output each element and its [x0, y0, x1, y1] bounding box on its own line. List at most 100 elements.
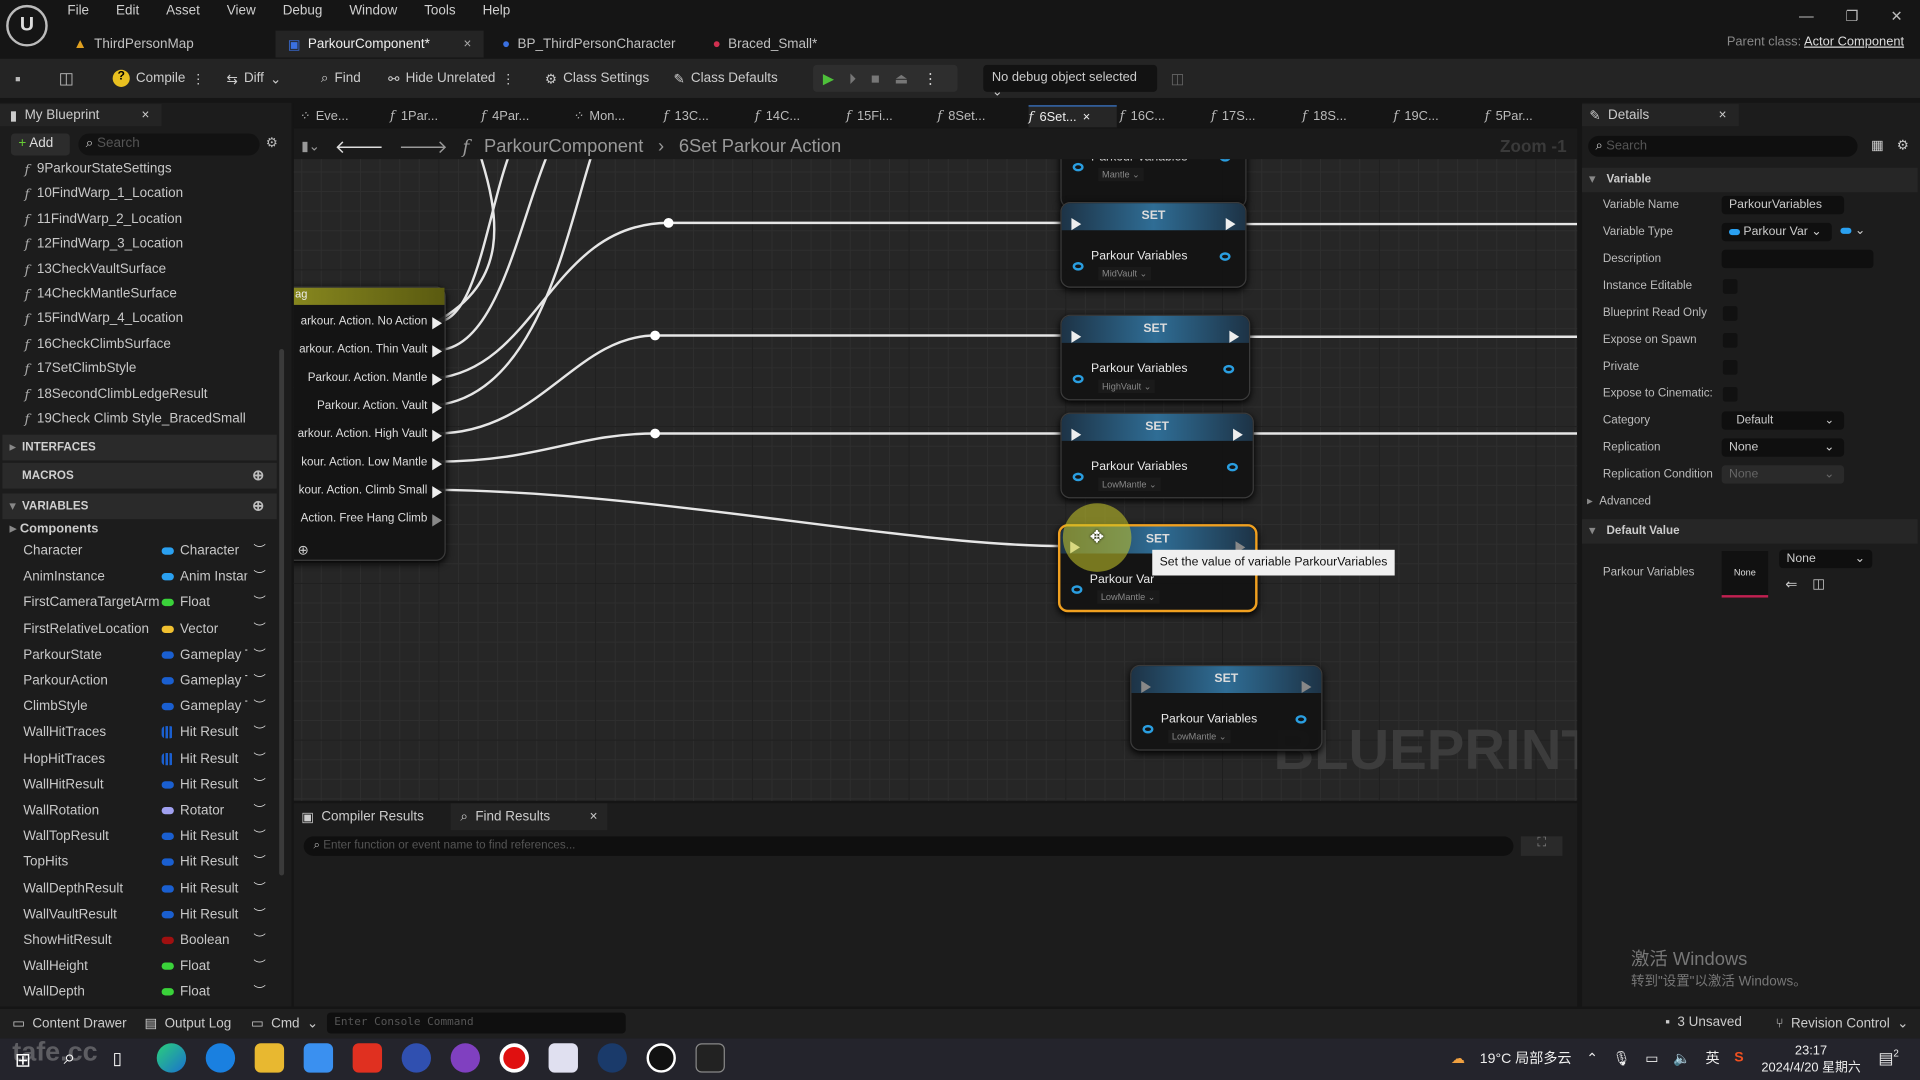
- hide-unrelated-button[interactable]: ⚯ Hide Unrelated ⋮: [388, 64, 515, 93]
- expose-to-cinematics-checkbox[interactable]: [1722, 386, 1738, 402]
- weather-icon[interactable]: ☁: [1451, 1049, 1465, 1067]
- graph-tab[interactable]: f 5Par...: [1485, 105, 1573, 127]
- unsaved-button[interactable]: ▪ 3 Unsaved: [1665, 1015, 1742, 1030]
- function-item[interactable]: f 18SecondClimbLedgeResult: [24, 386, 207, 402]
- input-pin-icon[interactable]: [1072, 162, 1084, 172]
- variable-item[interactable]: ParkourAction Gameplay Tag ︶: [0, 670, 277, 694]
- my-blueprint-tab[interactable]: ▮ My Blueprint ×: [0, 104, 162, 127]
- enum-dropdown[interactable]: MidVault ⌄: [1098, 266, 1152, 281]
- output-pin-icon[interactable]: [1223, 364, 1235, 374]
- browse-button[interactable]: ◫: [59, 64, 74, 93]
- function-item[interactable]: f 14CheckMantleSurface: [24, 287, 176, 303]
- tab-find-results[interactable]: ⌕ Find Results ×: [450, 803, 608, 831]
- graph-tab[interactable]: f 1Par...: [390, 105, 478, 127]
- back-arrow-icon[interactable]: 🡐: [335, 135, 384, 158]
- private-checkbox[interactable]: [1722, 360, 1738, 375]
- advanced-expander[interactable]: ▸ Advanced: [1587, 495, 1651, 508]
- menu-debug[interactable]: Debug: [283, 4, 323, 19]
- exec-pin-icon[interactable]: [432, 345, 443, 358]
- chevron-up-icon[interactable]: ⌃: [1586, 1049, 1598, 1067]
- my-blueprint-search[interactable]: ⌕ Search: [78, 133, 260, 156]
- find-button[interactable]: ⌕ Find: [321, 64, 361, 93]
- graph-tab[interactable]: f 14C...: [755, 105, 843, 127]
- eye-closed-icon[interactable]: ︶: [253, 800, 265, 817]
- compile-button[interactable]: ? Compile ⋮: [112, 64, 205, 93]
- app-icon[interactable]: [401, 1043, 432, 1073]
- graph-tab[interactable]: ⁘ Mon...: [572, 105, 660, 127]
- settings-icon[interactable]: ⚙: [1897, 137, 1909, 153]
- eye-closed-icon[interactable]: ︶: [253, 981, 265, 999]
- eye-closed-icon[interactable]: ︶: [253, 540, 265, 558]
- exec-out-pin-icon[interactable]: [1229, 330, 1240, 343]
- find-references-input[interactable]: ⌕ Enter function or event name to find r…: [303, 836, 1514, 856]
- browse-asset-icon[interactable]: ◫: [1812, 576, 1825, 592]
- input-pin-icon[interactable]: [1071, 585, 1083, 594]
- step-icon[interactable]: ⏵: [849, 69, 856, 87]
- variable-item[interactable]: WallRotation Rotator ︶: [0, 800, 277, 824]
- function-item[interactable]: f 15FindWarp_4_Location: [24, 311, 183, 327]
- container-type-select[interactable]: ⌄: [1840, 224, 1865, 238]
- class-defaults-button[interactable]: ✎ Class Defaults: [673, 64, 777, 93]
- content-drawer-button[interactable]: ▭ Content Drawer: [12, 1015, 126, 1031]
- notifications-icon[interactable]: ▤2: [1878, 1048, 1899, 1068]
- input-pin-icon[interactable]: [1072, 262, 1084, 271]
- menu-tools[interactable]: Tools: [424, 4, 455, 19]
- instance-editable-checkbox[interactable]: [1722, 279, 1738, 294]
- menu-help[interactable]: Help: [483, 4, 511, 19]
- exec-in-pin-icon[interactable]: [1071, 330, 1082, 343]
- ime-indicator[interactable]: 英: [1706, 1048, 1720, 1068]
- section-default-value[interactable]: ▾ Default Value: [1582, 519, 1918, 544]
- graph-tab[interactable]: ⁘ Eve...: [299, 105, 387, 127]
- graph-tab[interactable]: f 18S...: [1302, 105, 1390, 127]
- variable-item[interactable]: WallVaultResult Hit Result ︶: [0, 903, 277, 927]
- details-tab[interactable]: ✎ Details ×: [1582, 104, 1739, 127]
- restore-icon[interactable]: ❐: [1846, 7, 1859, 24]
- graph-tab[interactable]: f 16C...: [1120, 105, 1208, 127]
- menu-asset[interactable]: Asset: [166, 4, 200, 19]
- exec-in-pin-icon[interactable]: [1141, 680, 1152, 694]
- tab-compiler-results[interactable]: ▣ Compiler Results: [301, 807, 424, 827]
- default-value-select[interactable]: None ⌄: [1779, 549, 1873, 569]
- breadcrumb-root[interactable]: ParkourComponent: [484, 136, 643, 157]
- class-settings-button[interactable]: ⚙ Class Settings: [545, 64, 649, 93]
- function-item[interactable]: f 11FindWarp_2_Location: [24, 212, 182, 228]
- output-pin-icon[interactable]: [1295, 715, 1307, 724]
- exec-in-pin-icon[interactable]: [1071, 428, 1082, 441]
- variable-item[interactable]: TopHits Hit Result ︶: [0, 851, 277, 875]
- console-input[interactable]: Enter Console Command: [326, 1012, 626, 1034]
- variable-item[interactable]: Character Character ︶: [0, 540, 277, 564]
- close-tab-icon[interactable]: ×: [464, 37, 472, 52]
- wps-icon[interactable]: [352, 1043, 383, 1073]
- debug-browse-icon[interactable]: ◫: [1171, 70, 1185, 87]
- section-variables[interactable]: ▾ VARIABLES ⊕: [2, 493, 277, 520]
- more-icon[interactable]: ⋮: [923, 70, 938, 87]
- debug-object-select[interactable]: No debug object selected ⌄: [983, 64, 1158, 99]
- function-item[interactable]: f 19Check Climb Style_BracedSmall: [24, 411, 245, 427]
- variable-item[interactable]: WallHitTraces Hit Result ︶: [0, 722, 277, 746]
- eye-closed-icon[interactable]: ︶: [253, 644, 265, 662]
- unreal-taskbar-icon[interactable]: [646, 1043, 676, 1073]
- tab-parkourcomponent[interactable]: ▣ ParkourComponent* ×: [275, 30, 484, 58]
- cmd-select[interactable]: ▭ Cmd ⌄: [251, 1015, 318, 1031]
- save-button[interactable]: ▪: [15, 64, 21, 93]
- graph-tab[interactable]: f 6Set... ×: [1028, 105, 1117, 128]
- sogou-icon[interactable]: S: [1734, 1051, 1743, 1066]
- menu-edit[interactable]: Edit: [116, 4, 139, 19]
- diff-button[interactable]: ⇆ Diff ⌄: [227, 64, 282, 93]
- epic-games-icon[interactable]: [695, 1043, 725, 1073]
- microphone-icon[interactable]: 🎙: [1613, 1049, 1631, 1067]
- eye-closed-icon[interactable]: ︶: [253, 696, 265, 714]
- tab-thirdpersonmap[interactable]: ▲ ThirdPersonMap: [61, 31, 269, 58]
- start-icon[interactable]: ⊞: [15, 1048, 31, 1072]
- set-variable-node[interactable]: Parkour Variables Mantle ⌄: [1060, 159, 1247, 209]
- output-pin-icon[interactable]: [1219, 252, 1231, 261]
- add-pin-icon[interactable]: ⊕: [298, 542, 309, 559]
- set-variable-node[interactable]: SET Parkour Variables HighVault ⌄: [1060, 314, 1251, 401]
- graph-tab[interactable]: f 8Set...: [937, 105, 1025, 127]
- tab-braced-small[interactable]: ● Braced_Small*: [700, 31, 859, 58]
- switch-output-pin[interactable]: Parkour. Action. Vault: [317, 399, 443, 414]
- eye-closed-icon[interactable]: ︶: [253, 618, 265, 636]
- exec-pin-icon[interactable]: [432, 514, 443, 527]
- stop-icon[interactable]: ■: [871, 70, 880, 87]
- left-scrollbar[interactable]: [279, 348, 285, 876]
